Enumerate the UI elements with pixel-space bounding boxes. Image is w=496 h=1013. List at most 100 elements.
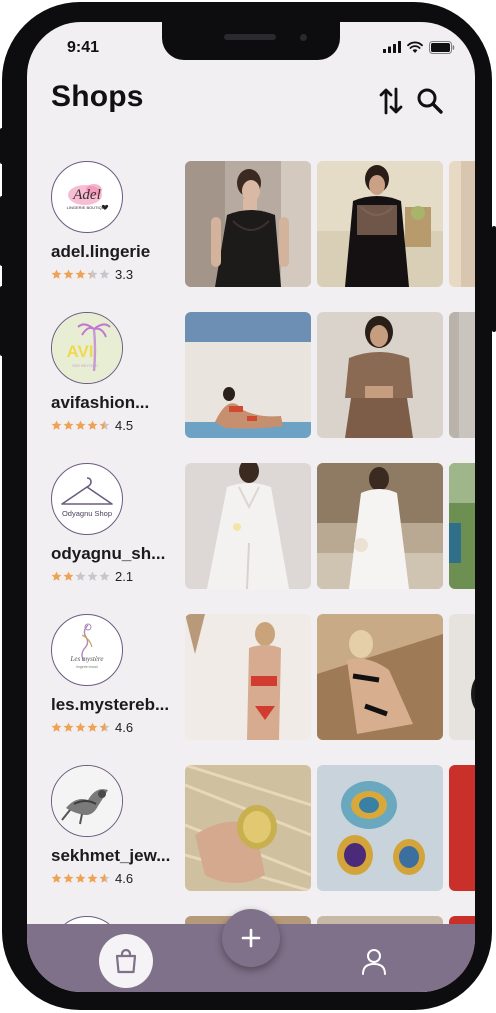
shop-row[interactable]: Odyagnu Shop odyagnu_sh... 2.1 (27, 463, 475, 593)
rating-stars (51, 269, 110, 280)
sort-arrows-icon (379, 87, 403, 115)
star-icon (75, 873, 86, 883)
shop-name: odyagnu_sh... (51, 544, 166, 563)
product-photo (449, 463, 475, 589)
logo-subtext: LINGERIE BOUTIQUE (67, 205, 108, 210)
rating-stars (51, 571, 110, 582)
product-thumbnail[interactable] (185, 312, 311, 438)
rating-value: 3.3 (115, 267, 134, 282)
star-icon (99, 571, 110, 581)
shop-rating: 3.3 (51, 267, 133, 282)
shop-logo: Les mystère lingerie brand (70, 623, 104, 669)
star-icon (63, 873, 74, 883)
product-photo (449, 614, 475, 740)
product-thumbnail[interactable] (317, 614, 443, 740)
product-photo (317, 312, 443, 438)
product-thumbnail[interactable] (449, 614, 475, 740)
product-photo (449, 312, 475, 438)
product-photo (317, 765, 443, 891)
add-button[interactable] (222, 909, 280, 967)
star-icon (99, 420, 110, 430)
sort-button[interactable] (376, 86, 406, 116)
shop-row[interactable]: Les mystère lingerie brand les.mystereb.… (27, 614, 475, 744)
wifi-icon (407, 41, 423, 53)
product-thumbnail[interactable] (317, 312, 443, 438)
status-time: 9:41 (67, 39, 100, 56)
tab-profile[interactable] (357, 944, 391, 978)
rating-value: 2.1 (115, 569, 134, 584)
rating-stars (51, 420, 110, 431)
product-photo (185, 614, 311, 740)
shop-avatar[interactable]: Les mystère lingerie brand (51, 614, 123, 686)
product-thumbnail[interactable] (185, 765, 311, 891)
search-button[interactable] (415, 86, 445, 116)
rating-value: 4.6 (115, 871, 134, 886)
search-icon (417, 88, 443, 114)
product-photo (185, 463, 311, 589)
star-icon (75, 269, 86, 279)
shop-logo (52, 766, 122, 836)
shop-logo: AVI SEE BEYOND (52, 313, 122, 383)
star-icon (87, 873, 98, 883)
product-photo (449, 765, 475, 891)
shop-rating: 4.5 (51, 418, 133, 433)
star-icon (51, 420, 62, 430)
logo-text: Odyagnu Shop (62, 509, 112, 518)
product-thumbnail[interactable] (185, 463, 311, 589)
shop-avatar[interactable] (51, 765, 123, 837)
star-icon (63, 571, 74, 581)
star-icon (75, 420, 86, 430)
product-photo (317, 161, 443, 287)
logo-text: Les mystère (70, 655, 104, 663)
shop-row[interactable]: Adel LINGERIE BOUTIQUE adel.lingerie 3.3 (27, 161, 475, 291)
phone-frame: 9:41 Shops Adel LINGERIE BOUTIQUE adel.l… (2, 2, 492, 1010)
shop-name: adel.lingerie (51, 242, 151, 261)
star-icon (87, 722, 98, 732)
tab-shops[interactable] (99, 934, 153, 988)
product-photo (317, 614, 443, 740)
shop-row[interactable]: AVI SEE BEYOND avifashion... 4.5 (27, 312, 475, 442)
user-icon (362, 949, 386, 975)
star-icon (87, 269, 98, 279)
status-icons (383, 40, 455, 54)
product-thumbnail[interactable] (317, 161, 443, 287)
shop-name: sekhmet_jew... (51, 846, 171, 865)
rating-stars (51, 873, 110, 884)
shop-name: avifashion... (51, 393, 150, 412)
product-photo (185, 161, 311, 287)
rating-stars (51, 722, 110, 733)
logo-text: Adel (72, 187, 101, 203)
product-thumbnail[interactable] (449, 463, 475, 589)
shop-avatar[interactable]: Adel LINGERIE BOUTIQUE (51, 161, 123, 233)
shop-logo: Adel LINGERIE BOUTIQUE (67, 184, 109, 210)
star-icon (63, 269, 74, 279)
star-icon (75, 571, 86, 581)
rating-value: 4.5 (115, 418, 134, 433)
front-camera (300, 34, 307, 41)
logo-text: AVI (66, 342, 93, 361)
product-thumbnail[interactable] (449, 312, 475, 438)
logo-subtext: SEE BEYOND (72, 363, 98, 368)
rating-value: 4.6 (115, 720, 134, 735)
product-thumbnail[interactable] (317, 765, 443, 891)
star-icon (51, 873, 62, 883)
star-icon (87, 420, 98, 430)
shopping-bag-icon (115, 948, 137, 974)
shop-rating: 4.6 (51, 871, 133, 886)
shop-avatar[interactable]: AVI SEE BEYOND (51, 312, 123, 384)
shop-row[interactable]: sekhmet_jew... 4.6 (27, 765, 475, 895)
star-icon (87, 571, 98, 581)
product-thumbnail[interactable] (449, 161, 475, 287)
product-thumbnail[interactable] (449, 765, 475, 891)
shop-logo: Odyagnu Shop (61, 477, 113, 518)
product-photo (449, 161, 475, 287)
product-thumbnail[interactable] (185, 161, 311, 287)
product-thumbnail[interactable] (185, 614, 311, 740)
product-thumbnail[interactable] (317, 463, 443, 589)
star-icon (99, 873, 110, 883)
notch (162, 22, 340, 60)
shop-avatar[interactable]: Odyagnu Shop (51, 463, 123, 535)
star-icon (51, 571, 62, 581)
plus-icon (241, 928, 261, 948)
star-icon (99, 269, 110, 279)
